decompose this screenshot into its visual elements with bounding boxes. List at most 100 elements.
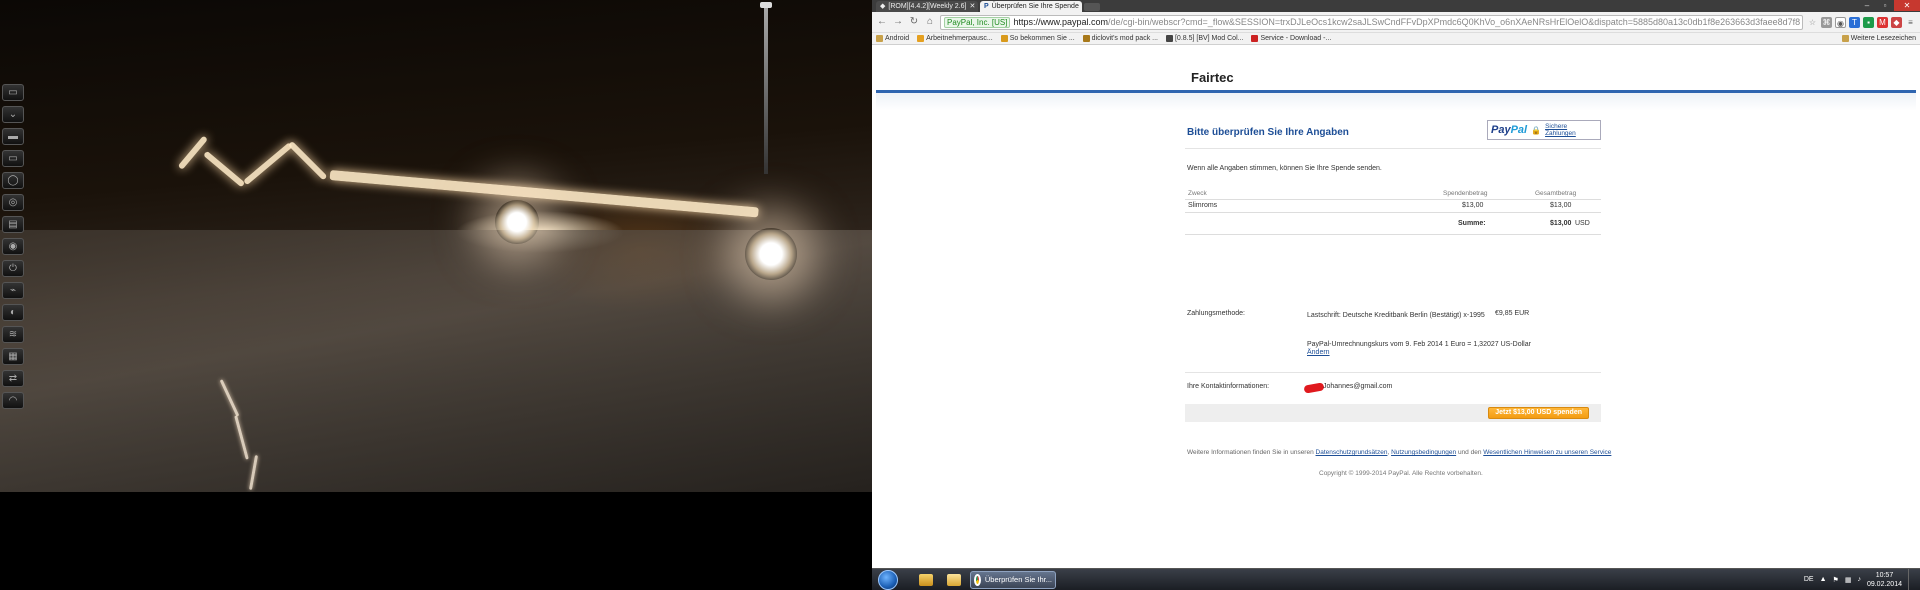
ev-certificate-badge[interactable]: PayPal, Inc. [US] (944, 16, 1011, 28)
power-gadget-icon[interactable]: ⏻ (2, 260, 24, 277)
circle-gadget-icon[interactable]: ◯ (2, 172, 24, 189)
secure-payments-link[interactable]: Sichere Zahlungen (1545, 123, 1597, 137)
extension-icons: ☆ ⌘ ◉ T ▪ M ◆ ≡ (1807, 16, 1916, 28)
lock-icon: 🔒 (1531, 125, 1542, 135)
tab-rom-forum[interactable]: ◆ [ROM][4.4.2][Weekly 2.6] ✕ (876, 1, 978, 12)
redaction-mark (1303, 382, 1325, 394)
arrow-gadget-icon[interactable]: ⌄ (2, 106, 24, 123)
minus-gadget-icon[interactable]: ▬ (2, 128, 24, 145)
bookmark-item[interactable]: Service - Download -... (1251, 35, 1331, 42)
cd-gadget-icon[interactable]: ◎ (2, 194, 24, 211)
other-bookmarks[interactable]: Weitere Lesezeichen (1841, 35, 1916, 42)
contact-label: Ihre Kontaktinformationen: (1187, 383, 1270, 390)
translate-extension-icon[interactable]: T (1849, 16, 1860, 28)
tab-label: [ROM][4.4.2][Weekly 2.6] (888, 3, 967, 10)
show-desktop-button[interactable] (1908, 568, 1916, 590)
start-button[interactable] (878, 569, 898, 590)
gmail-icon[interactable]: M (1877, 16, 1888, 28)
home-icon[interactable]: ⌂ (924, 16, 936, 28)
taskbar-chrome-window[interactable]: Überprüfen Sie Ihr... (970, 570, 1056, 589)
browser-toolbar: ← → ↻ ⌂ PayPal, Inc. [US] https://www.pa… (872, 12, 1920, 33)
terms-link[interactable]: Nutzungsbedingungen (1391, 449, 1456, 456)
monitor-gadget-icon[interactable]: ▭ (2, 84, 24, 101)
wallpaper-road (0, 230, 872, 492)
footer-prefix: Weitere Informationen finden Sie in unse… (1187, 449, 1314, 456)
left-monitor: ▭ ⌄ ▬ ▭ ◯ ◎ ▤ ◉ ⏻ ⌁ ◐ ≋ ▦ ⇄ ◠ (0, 0, 872, 590)
bookmark-label: Service - Download -... (1260, 35, 1332, 42)
flag-icon[interactable]: ⚑ (1833, 576, 1839, 584)
disc-gadget-icon[interactable]: ◉ (2, 238, 24, 255)
volume-icon[interactable]: ♪ (1857, 576, 1861, 583)
plug-gadget-icon[interactable]: ⌁ (2, 282, 24, 299)
taskbar-app[interactable] (914, 571, 938, 589)
paypal-page: Fairtec Bitte überprüfen Sie Ihre Angabe… (872, 46, 1920, 568)
drive-gadget-icon[interactable]: ▤ (2, 216, 24, 233)
bookmark-item[interactable]: diclovit's mod pack ... (1082, 35, 1158, 42)
network-gadget-icon[interactable]: ⇄ (2, 370, 24, 387)
menu-icon[interactable]: ≡ (1905, 17, 1916, 28)
maximize-icon[interactable]: ▫ (1876, 0, 1894, 11)
paypal-badge: PayPal 🔒 Sichere Zahlungen (1487, 120, 1601, 140)
language-indicator[interactable]: DE (1804, 576, 1814, 583)
clock-date: 09.02.2014 (1866, 580, 1902, 588)
wallpaper-image (0, 0, 872, 492)
bookmark-label: Android (885, 35, 910, 42)
forward-arrow-icon[interactable]: → (892, 16, 904, 28)
tab-strip: ◆ [ROM][4.4.2][Weekly 2.6] ✕ P Überprüfe… (872, 0, 1920, 12)
wallpaper-headlight (495, 200, 539, 244)
bookmark-favicon-icon (1000, 35, 1008, 42)
bookmark-item[interactable]: So bekommen Sie ... (1000, 35, 1075, 42)
new-tab-button[interactable] (1084, 3, 1100, 11)
bookmark-item[interactable]: [0.8.5] [BV] Mod Col... (1165, 35, 1243, 42)
forum-favicon-icon: ◆ (880, 3, 886, 10)
eye-gadget-icon[interactable]: ◠ (2, 392, 24, 409)
wifi-gadget-icon[interactable]: ≋ (2, 326, 24, 343)
donate-button[interactable]: Jetzt $13,00 USD spenden (1488, 407, 1589, 419)
minimize-icon[interactable]: – (1858, 0, 1876, 11)
bookmark-item[interactable]: Android (876, 35, 909, 42)
window-gadget-icon[interactable]: ▭ (2, 150, 24, 167)
window-close-icon[interactable]: ✕ (1894, 0, 1920, 11)
paint-gadget-icon[interactable]: ◐ (2, 304, 24, 321)
folder-icon (876, 35, 883, 42)
paypal-logo-part: Pal (1510, 124, 1528, 136)
right-monitor: ◆ [ROM][4.4.2][Weekly 2.6] ✕ P Überprüfe… (872, 0, 1920, 590)
merchant-name: Fairtec (1191, 70, 1234, 85)
item-total: $13,00 (1550, 202, 1572, 209)
desktop: ▭ ⌄ ▬ ▭ ◯ ◎ ▤ ◉ ⏻ ⌁ ◐ ≋ ▦ ⇄ ◠ ◆ [ROM][4.… (0, 0, 1920, 590)
address-bar[interactable]: PayPal, Inc. [US] https://www.paypal.com… (940, 14, 1803, 30)
grid-gadget-icon[interactable]: ▦ (2, 348, 24, 365)
extension-icon[interactable]: ⌘ (1821, 16, 1832, 28)
taskbar-app[interactable] (942, 571, 966, 589)
taskbar: Überprüfen Sie Ihr... DE ▲ ⚑ ▦ ♪ 10:57 0… (872, 568, 1920, 590)
bookmark-favicon-icon (917, 35, 925, 42)
green-extension-icon[interactable]: ▪ (1863, 16, 1874, 28)
tray-arrow-icon[interactable]: ▲ (1820, 576, 1827, 583)
service-notes-link[interactable]: Wesentlichen Hinweisen zu unseren Servic… (1483, 449, 1611, 456)
privacy-link[interactable]: Datenschutzgrundsätzen (1316, 449, 1388, 456)
red-extension-icon[interactable]: ◆ (1891, 16, 1902, 28)
network-icon[interactable]: ▦ (1845, 576, 1852, 584)
eye-extension-icon[interactable]: ◉ (1835, 16, 1846, 28)
column-header: Spendenbetrag (1443, 190, 1488, 197)
footer-text: Weitere Informationen finden Sie in unse… (1187, 449, 1612, 456)
footer-and: und den (1457, 449, 1482, 456)
folder-icon (947, 573, 961, 586)
star-icon[interactable]: ☆ (1807, 17, 1818, 28)
change-link[interactable]: Ändern (1307, 349, 1330, 356)
sum-currency: USD (1575, 220, 1590, 227)
bookmark-favicon-icon (1251, 35, 1259, 42)
back-arrow-icon[interactable]: ← (876, 16, 888, 28)
reload-icon[interactable]: ↻ (908, 16, 920, 28)
url-path: /de/cgi-bin/webscr?cmd=_flow&SESSION=trx… (1108, 17, 1801, 27)
wallpaper-light-trail (243, 142, 293, 186)
sum-label: Summe: (1458, 220, 1486, 227)
url-host: https://www.paypal.com (1013, 17, 1109, 27)
bookmark-item[interactable]: Arbeitnehmerpausc... (917, 35, 993, 42)
wallpaper-light-trail (329, 170, 759, 218)
clock[interactable]: 10:57 09.02.2014 (1867, 571, 1902, 589)
payment-method-value: Lastschrift: Deutsche Kreditbank Berlin … (1307, 312, 1485, 319)
close-icon[interactable]: ✕ (969, 1, 975, 12)
item-amount: $13,00 (1462, 202, 1484, 209)
tab-paypal-review[interactable]: P Überprüfen Sie Ihre Spende ✕ (980, 1, 1082, 12)
